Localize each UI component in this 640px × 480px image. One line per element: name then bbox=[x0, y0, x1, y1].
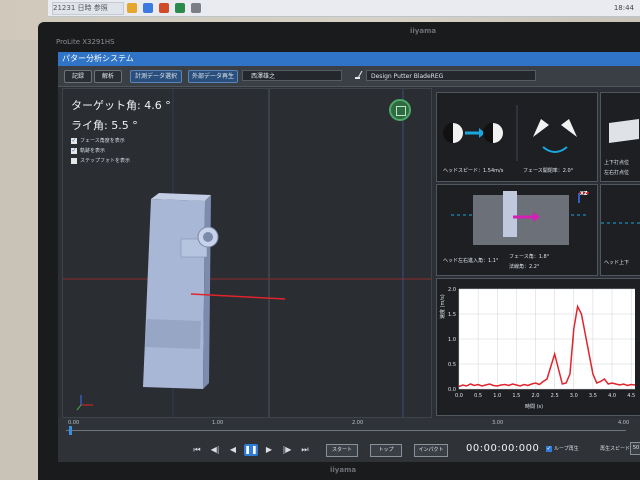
monitor-brand-bottom: iiyama bbox=[330, 466, 357, 474]
putter-icon bbox=[355, 71, 363, 79]
timeline-tick: 1.00 bbox=[212, 420, 224, 426]
x-tick-label: 0.0 bbox=[455, 393, 463, 399]
graph-y-axis-label: 速度 (m/s) bbox=[440, 294, 446, 319]
skip-to-start-icon[interactable]: ⏮ bbox=[190, 444, 204, 456]
3d-view[interactable]: ターゲット角: 4.6 ° ライ角: 5.5 ° ✓ フェース角度を表示 ✓ 軌跡を… bbox=[62, 88, 432, 418]
skip-to-end-icon[interactable]: ⏭ bbox=[298, 444, 312, 456]
external-playback-button[interactable]: 外部データ再生 bbox=[188, 70, 238, 83]
app-window: パター分析システム 記録 解析 計測データ選択 外部データ再生 西澤雄之 Des… bbox=[58, 52, 640, 462]
timeline-handle[interactable] bbox=[69, 426, 72, 435]
x-tick-label: 3.0 bbox=[570, 393, 578, 399]
playback-speed-input[interactable]: 50 bbox=[630, 442, 640, 455]
graph-x-axis-label: 時間 (s) bbox=[525, 404, 544, 410]
head-speed-value: ヘッドスピード：1.54m/s bbox=[443, 168, 504, 174]
timeline-tick: 3.00 bbox=[492, 420, 504, 426]
xz-axis-label: XZ bbox=[580, 191, 588, 197]
pause-icon[interactable]: ❚❚ bbox=[244, 444, 258, 456]
show-step-photo-checkbox[interactable]: ステップフォトを表示 bbox=[71, 157, 130, 164]
timecode-display: 00:00:00:000 bbox=[466, 443, 540, 454]
option-label: 軌跡を表示 bbox=[80, 148, 106, 154]
show-trajectory-checkbox[interactable]: ✓ 軌跡を表示 bbox=[71, 147, 105, 154]
playback-bar: 0.00 1.00 2.00 3.00 4.00 ⏮ ◀| ◀ ❚❚ ▶ |▶ … bbox=[58, 418, 640, 462]
y-tick-label: 0.5 bbox=[448, 362, 456, 368]
speed-rotation-illustration bbox=[443, 105, 577, 161]
app-icon[interactable] bbox=[159, 3, 169, 13]
loop-playback-checkbox[interactable]: ✓ ループ再生 bbox=[546, 445, 579, 452]
x-tick-label: 2.5 bbox=[551, 393, 559, 399]
stop-button[interactable]: トップ bbox=[370, 444, 402, 457]
playback-speed-label: 再生スピード bbox=[600, 446, 631, 452]
horizontal-strike-label: 左右打点位 bbox=[604, 170, 630, 176]
loop-label: ループ再生 bbox=[554, 446, 579, 452]
x-tick-label: 4.5 bbox=[627, 393, 635, 399]
system-clock: 18:44 bbox=[613, 4, 634, 12]
checkbox-mark[interactable]: ✓ bbox=[71, 137, 77, 144]
vertical-guide-line bbox=[601, 222, 640, 224]
timeline-tick: 4.00 bbox=[618, 420, 630, 426]
y-tick-label: 2.0 bbox=[448, 287, 456, 293]
lie-angle-readout: ライ角: 5.5 ° bbox=[71, 119, 138, 132]
timeline-tick: 2.00 bbox=[352, 420, 364, 426]
view-orientation-cube-icon[interactable] bbox=[389, 99, 411, 121]
entry-angle-illustration bbox=[451, 191, 589, 245]
play-icon[interactable]: ▶ bbox=[262, 444, 276, 456]
analyze-button[interactable]: 解析 bbox=[94, 70, 122, 83]
x-tick-label: 1.0 bbox=[493, 393, 501, 399]
x-tick-label: 3.5 bbox=[589, 393, 597, 399]
checkbox-mark[interactable]: ✓ bbox=[546, 445, 552, 452]
record-button[interactable]: 記録 bbox=[64, 70, 92, 83]
putter-head-model bbox=[143, 193, 219, 389]
loft-angle-value: 法線角：2.2° bbox=[509, 264, 540, 270]
browser-icon[interactable] bbox=[143, 3, 153, 13]
show-face-angle-checkbox[interactable]: ✓ フェース角度を表示 bbox=[71, 137, 125, 144]
excel-icon[interactable] bbox=[175, 3, 185, 13]
strike-position-panel: 上下打点位 左右打点位 bbox=[600, 92, 640, 182]
head-vertical-label: ヘッド上下 bbox=[604, 260, 630, 266]
explorer-icon[interactable] bbox=[191, 3, 201, 13]
putter-model-field[interactable]: Design Putter BladeREG bbox=[366, 70, 536, 81]
putter-face-icon bbox=[609, 119, 639, 143]
window-title: パター分析システム bbox=[58, 52, 640, 66]
option-label: フェース角度を表示 bbox=[80, 138, 125, 144]
checkbox-mark[interactable]: ✓ bbox=[71, 147, 77, 154]
speed-chart: 2.01.51.00.50.00.0 0.5 1.0 1.5 2.0 2.5 3.0 3.5 4… bbox=[448, 287, 635, 399]
step-forward-icon[interactable]: |▶ bbox=[280, 444, 294, 456]
y-tick-label: 1.5 bbox=[448, 312, 456, 318]
rewind-icon[interactable]: ◀ bbox=[226, 444, 240, 456]
select-data-button[interactable]: 計測データ選択 bbox=[130, 70, 182, 83]
head-vertical-panel: ヘッド上下 bbox=[600, 184, 640, 276]
x-tick-label: 0.5 bbox=[474, 393, 482, 399]
vertical-strike-label: 上下打点位 bbox=[604, 160, 630, 166]
start-button[interactable]: スタート bbox=[326, 444, 358, 457]
y-tick-label: 1.0 bbox=[448, 337, 456, 343]
speed-graph-panel: 2.0 1.5 1.0 0.5 0.0 0.0 0.5 1.0 1.5 2.0 2.5 3.0 3.5 4… bbox=[436, 278, 640, 416]
user-name-field[interactable]: 西澤雄之 bbox=[242, 70, 342, 81]
face-rotation-value: フェース開閉率：2.0° bbox=[523, 168, 574, 174]
taskbar-window-title[interactable]: 21231 日時 参照 bbox=[52, 1, 124, 15]
x-tick-label: 2.0 bbox=[532, 393, 540, 399]
toolbar: 記録 解析 計測データ選択 外部データ再生 西澤雄之 Design Putter… bbox=[58, 66, 640, 87]
head-speed-panel: ヘッドスピード：1.54m/s フェース開閉率：2.0° bbox=[436, 92, 598, 182]
timeline-track[interactable] bbox=[66, 430, 626, 431]
entry-angle-value: ヘッド左右進入角：1.1° bbox=[443, 258, 499, 264]
axis-triad-icon bbox=[76, 395, 93, 411]
step-back-icon[interactable]: ◀| bbox=[208, 444, 222, 456]
target-angle-readout: ターゲット角: 4.6 ° bbox=[71, 99, 171, 112]
monitor-brand-top: iiyama bbox=[410, 27, 437, 35]
entry-angle-panel: XZ ヘッド左右進入角：1.1° フェース角：1.8° 法線角：2.2° bbox=[436, 184, 598, 276]
checkbox-mark[interactable] bbox=[71, 157, 77, 164]
option-label: ステップフォトを表示 bbox=[80, 158, 131, 164]
os-taskbar: 21231 日時 参照 18:44 bbox=[48, 0, 640, 17]
monitor-model-label: ProLite X3291HS bbox=[56, 38, 115, 46]
x-tick-label: 1.5 bbox=[512, 393, 520, 399]
x-tick-label: 4.0 bbox=[608, 393, 616, 399]
impact-button[interactable]: インパクト bbox=[414, 444, 448, 457]
folder-icon[interactable] bbox=[127, 3, 137, 13]
face-angle-value: フェース角：1.8° bbox=[509, 254, 550, 260]
